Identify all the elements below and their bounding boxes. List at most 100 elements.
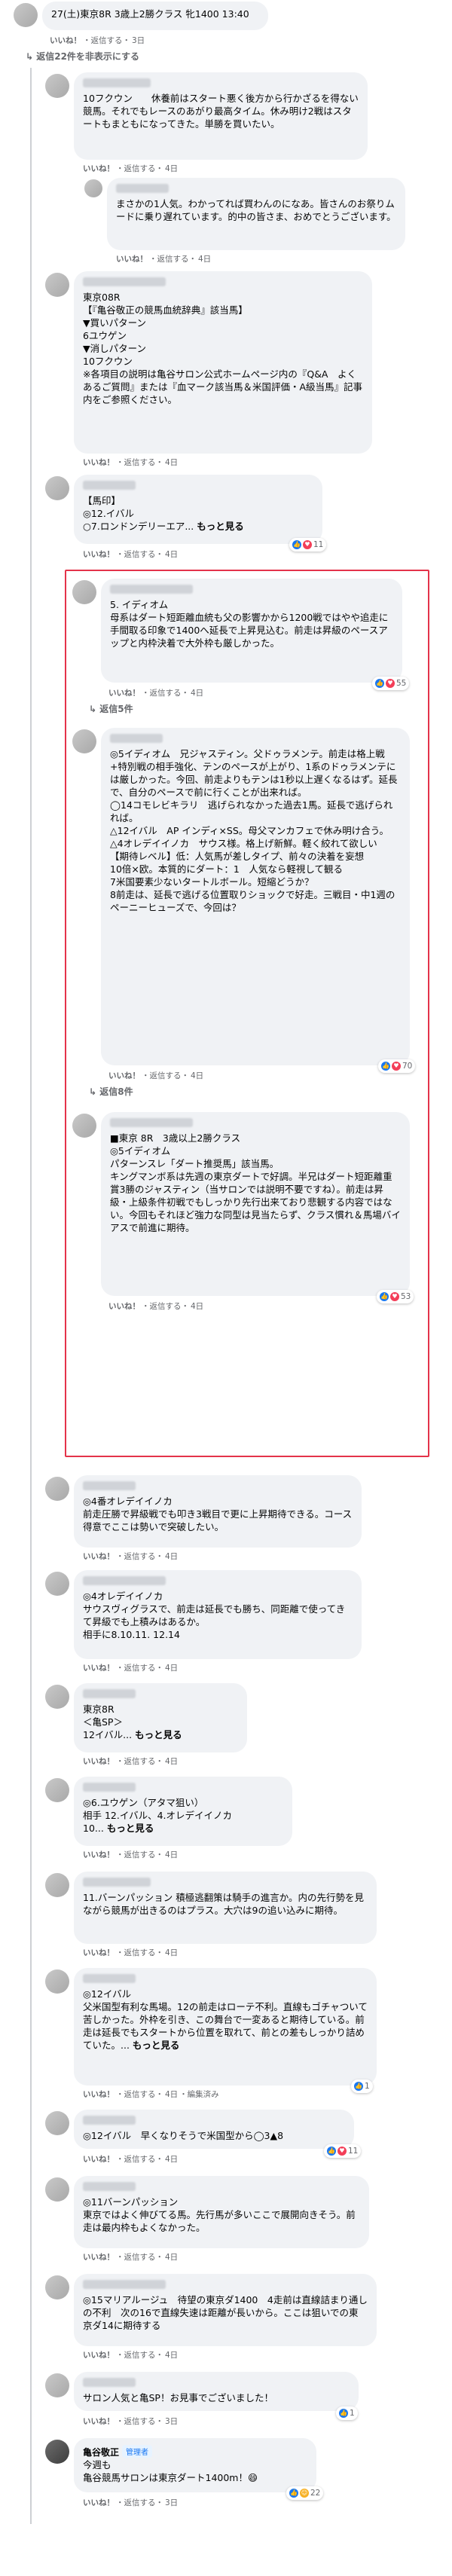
timestamp[interactable]: 4日 <box>165 1552 178 1561</box>
like-link[interactable]: いいね！ <box>83 2351 115 2360</box>
timestamp[interactable]: 4日 <box>165 164 178 173</box>
reply-link[interactable]: ・返信する・ <box>116 2090 163 2099</box>
like-link[interactable]: いいね！ <box>83 2253 115 2262</box>
author-name[interactable] <box>83 1689 136 1698</box>
reply-link[interactable]: ・返信する・ <box>149 255 197 264</box>
reaction-count[interactable]: 👍 ☺ 22 <box>286 2486 324 2500</box>
reaction-count[interactable]: 👍 ♥ 11 <box>324 2144 362 2158</box>
reaction-count[interactable]: 👍 ♥ 11 <box>289 538 327 552</box>
like-link[interactable]: いいね！ <box>83 550 115 559</box>
timestamp[interactable]: 4日 <box>165 1757 178 1766</box>
author-name[interactable] <box>110 1118 193 1127</box>
avatar[interactable] <box>72 729 96 753</box>
author-name[interactable] <box>83 2182 136 2191</box>
author-name[interactable]: 亀谷敬正 <box>83 2447 119 2458</box>
reply-link[interactable]: ・返信する・ <box>116 1850 163 1859</box>
avatar[interactable] <box>45 273 69 297</box>
timestamp[interactable]: 4日 <box>165 2351 178 2360</box>
reply-link[interactable]: ・返信する・ <box>116 1948 163 1957</box>
reaction-count[interactable]: 👍 ♥ 70 <box>378 1059 416 1073</box>
author-name[interactable] <box>83 1974 136 1983</box>
like-link[interactable]: いいね！ <box>83 458 115 467</box>
avatar[interactable] <box>45 74 69 98</box>
avatar[interactable] <box>45 1685 69 1709</box>
author-name[interactable] <box>110 734 163 743</box>
avatar[interactable] <box>45 1572 69 1596</box>
avatar[interactable] <box>45 2111 69 2135</box>
hide-replies-link[interactable]: ↳ 返信22件を非表示にする <box>26 50 139 63</box>
like-link[interactable]: いいね！ <box>83 1850 115 1859</box>
see-more-link[interactable]: もっと見る <box>133 2040 180 2051</box>
like-link[interactable]: いいね！ <box>83 2155 115 2164</box>
timestamp[interactable]: 4日 <box>165 2090 178 2099</box>
timestamp[interactable]: 4日 <box>165 2253 178 2262</box>
reply-link[interactable]: ・返信する・ <box>116 1664 163 1673</box>
author-name[interactable] <box>83 1481 136 1490</box>
like-link[interactable]: いいね！ <box>83 1552 115 1561</box>
timestamp[interactable]: 4日 <box>165 1664 178 1673</box>
timestamp[interactable]: 4日 <box>165 1850 178 1859</box>
reply-link[interactable]: ・返信する・ <box>116 550 163 559</box>
reaction-count[interactable]: 👍 1 <box>351 2079 373 2093</box>
see-more-link[interactable]: もっと見る <box>197 521 244 532</box>
author-name[interactable] <box>83 277 166 286</box>
reply-link[interactable]: ・返信する・ <box>116 164 163 173</box>
author-name[interactable] <box>83 481 136 490</box>
timestamp[interactable]: 4日 <box>191 1302 203 1311</box>
see-more-link[interactable]: もっと見る <box>107 1823 154 1834</box>
reply-link[interactable]: ・返信する・ <box>116 2253 163 2262</box>
author-name[interactable] <box>83 1783 136 1792</box>
reply-link[interactable]: ・返信する・ <box>142 689 189 698</box>
like-link[interactable]: いいね！ <box>83 2090 115 2099</box>
author-name[interactable] <box>83 1576 166 1585</box>
timestamp[interactable]: 4日 <box>165 2155 178 2164</box>
author-name[interactable] <box>83 1878 151 1887</box>
like-link[interactable]: いいね！ <box>83 164 115 173</box>
reply-link[interactable]: ・返信する・ <box>116 458 163 467</box>
reaction-count[interactable]: 👍 ♥ 53 <box>377 1290 414 1303</box>
avatar[interactable] <box>45 1873 69 1897</box>
like-link[interactable]: いいね！ <box>108 689 140 698</box>
timestamp[interactable]: 4日 <box>165 1948 178 1957</box>
avatar[interactable] <box>45 1477 69 1501</box>
author-name[interactable] <box>83 2116 136 2125</box>
reply-link[interactable]: ・返信する・ <box>116 2351 163 2360</box>
like-link[interactable]: いいね！ <box>116 255 148 264</box>
timestamp[interactable]: 4日 <box>165 458 178 467</box>
like-link[interactable]: いいね！ <box>83 1664 115 1673</box>
author-name[interactable] <box>116 184 169 193</box>
reply-link[interactable]: ・返信する・ <box>142 1302 189 1311</box>
avatar[interactable] <box>45 2275 69 2299</box>
avatar[interactable] <box>72 580 96 604</box>
avatar[interactable] <box>45 476 69 500</box>
view-replies-link[interactable]: ↳ 返信8件 <box>89 1085 133 1098</box>
like-link[interactable]: いいね！ <box>83 2498 115 2507</box>
reply-link[interactable]: ・返信する・ <box>116 2498 163 2507</box>
timestamp[interactable]: 3日 <box>132 36 145 45</box>
reply-link[interactable]: ・返信する・ <box>116 2417 163 2426</box>
avatar[interactable] <box>45 1969 69 1994</box>
timestamp[interactable]: 4日 <box>165 550 178 559</box>
timestamp[interactable]: 4日 <box>191 689 203 698</box>
avatar[interactable] <box>45 1778 69 1802</box>
reply-link[interactable]: ・返信する・ <box>116 1552 163 1561</box>
reaction-count[interactable]: 👍 1 <box>336 2406 358 2420</box>
like-link[interactable]: いいね！ <box>108 1302 140 1311</box>
like-link[interactable]: いいね！ <box>50 36 81 45</box>
timestamp[interactable]: 4日 <box>191 1071 203 1080</box>
author-name[interactable] <box>83 78 151 87</box>
timestamp[interactable]: 3日 <box>165 2498 178 2507</box>
avatar[interactable] <box>72 1114 96 1138</box>
author-name[interactable] <box>110 585 193 594</box>
reaction-count[interactable]: 👍 ♥ 55 <box>372 677 410 690</box>
avatar[interactable] <box>45 2177 69 2202</box>
see-more-link[interactable]: もっと見る <box>135 1729 182 1740</box>
view-replies-link[interactable]: ↳ 返信5件 <box>89 702 133 715</box>
like-link[interactable]: いいね！ <box>83 1757 115 1766</box>
reply-link[interactable]: ・返信する・ <box>116 1757 163 1766</box>
avatar[interactable] <box>45 2373 69 2397</box>
reply-link[interactable]: ・返信する・ <box>83 36 130 45</box>
reply-link[interactable]: ・返信する・ <box>142 1071 189 1080</box>
like-link[interactable]: いいね！ <box>108 1071 140 1080</box>
timestamp[interactable]: 4日 <box>198 255 211 264</box>
